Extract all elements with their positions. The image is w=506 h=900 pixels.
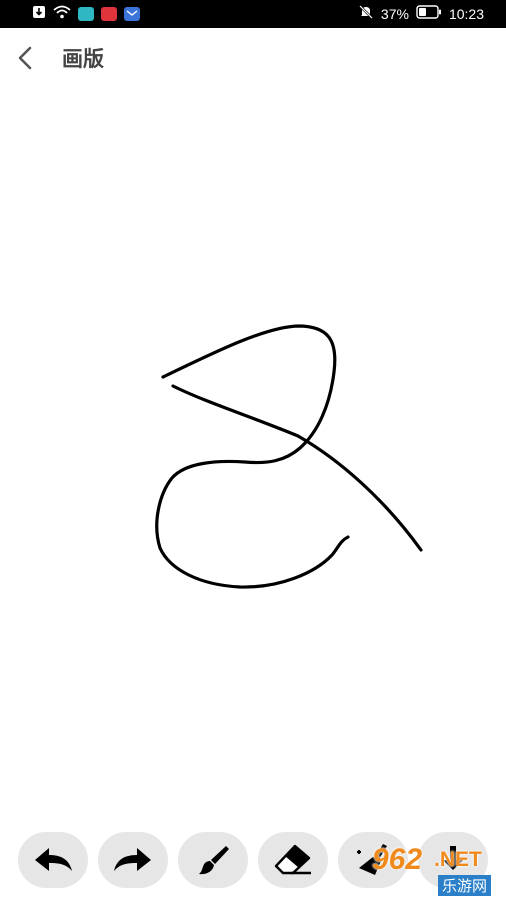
- mute-icon: [358, 4, 374, 24]
- brush-button[interactable]: [178, 832, 248, 888]
- watermark-suffix: .NET: [434, 848, 482, 871]
- page-title: 画版: [62, 47, 104, 71]
- eraser-icon: [274, 844, 311, 875]
- brush-icon: [199, 846, 229, 875]
- status-right-icons: 37% 10:23: [358, 4, 484, 24]
- drawing-strokes: [155, 324, 423, 589]
- watermark-brand: 962: [372, 843, 423, 876]
- app-bar: 画版: [0, 28, 506, 88]
- redo-arrow-icon: [114, 848, 151, 871]
- app-notification-icon: [78, 7, 94, 21]
- back-button[interactable]: [2, 35, 48, 81]
- undo-arrow-icon: [35, 848, 72, 871]
- hand-drawn-stroke: [171, 384, 423, 552]
- battery-percent: 37%: [380, 6, 409, 22]
- watermark-logo: 962 .NET 乐游网: [372, 843, 502, 897]
- chevron-left-icon: [18, 46, 32, 70]
- status-bar: 37% 10:23: [0, 0, 506, 28]
- hand-drawn-stroke: [155, 324, 350, 589]
- drawing-canvas[interactable]: [0, 88, 506, 818]
- wifi-icon: [53, 5, 71, 23]
- status-left-icons: [32, 5, 140, 23]
- watermark-subtitle: 乐游网: [438, 875, 492, 896]
- eraser-button[interactable]: [258, 832, 328, 888]
- undo-button[interactable]: [18, 832, 88, 888]
- screen: 37% 10:23 画版 962 .NET 乐游网: [0, 0, 506, 900]
- download-notification-icon: [32, 5, 46, 23]
- app-notification-icon: [101, 7, 117, 21]
- mail-notification-icon: [124, 7, 140, 21]
- clock: 10:23: [448, 6, 484, 22]
- battery-icon: [416, 5, 442, 23]
- redo-button[interactable]: [98, 832, 168, 888]
